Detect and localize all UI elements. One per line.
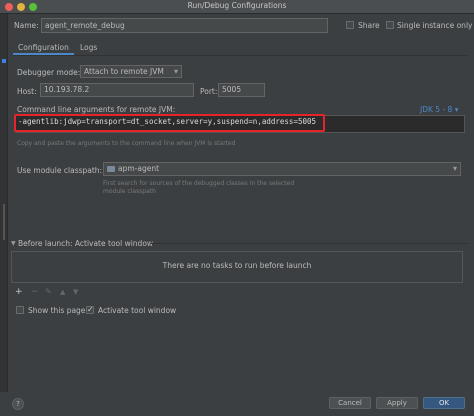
cancel-button[interactable]: Cancel (329, 397, 371, 409)
window-title: Run/Debug Configurations (187, 1, 287, 10)
before-launch-toggle-icon[interactable]: ▼ (11, 240, 16, 247)
module-classpath-label: Use module classpath: (17, 166, 103, 175)
single-instance-checkbox[interactable] (386, 21, 394, 29)
port-label: Port: (200, 87, 218, 96)
cmd-args-hint: Copy and paste the arguments to the comm… (17, 140, 236, 147)
activate-tool-window-checkbox[interactable] (86, 305, 94, 314)
before-launch-empty-text: There are no tasks to run before launch (162, 261, 312, 270)
port-field[interactable]: 5005 (218, 83, 265, 97)
edit-task-icon[interactable]: ✎ (45, 287, 52, 296)
splitter-handle[interactable] (3, 204, 5, 240)
ok-button[interactable]: OK (423, 397, 465, 409)
module-classpath-select[interactable]: apm-agent (103, 162, 461, 176)
module-folder-icon (107, 166, 115, 172)
config-tree-edge (0, 14, 8, 416)
help-icon[interactable]: ? (12, 398, 24, 410)
debugger-mode-label: Debugger mode: (17, 68, 81, 77)
module-hint-line1: First search for sources of the debugged… (103, 180, 295, 187)
selected-config-marker (2, 59, 6, 63)
jdk-version-selector[interactable]: JDK 5 - 8 ▾ (420, 105, 458, 114)
share-checkbox[interactable] (346, 21, 354, 29)
tab-configuration[interactable]: Configuration (13, 41, 74, 55)
show-page-checkbox[interactable] (16, 306, 24, 314)
before-launch-header[interactable]: Before launch: Activate tool window (18, 239, 153, 248)
share-label: Share (358, 21, 380, 30)
apply-button[interactable]: Apply (376, 397, 418, 409)
host-label: Host: (17, 87, 37, 96)
cmd-args-label: Command line arguments for remote JVM: (17, 105, 176, 114)
title-bar: Run/Debug Configurations (0, 0, 474, 14)
remove-task-icon[interactable]: − (31, 287, 39, 297)
before-launch-divider (150, 243, 468, 244)
name-label: Name: (14, 21, 39, 30)
debugger-mode-value: Attach to remote JVM (84, 67, 164, 76)
module-hint-line2: module classpath (103, 188, 156, 195)
activate-tool-window-label: Activate tool window (98, 306, 177, 315)
cmd-args-text[interactable]: -agentlib:jdwp=transport=dt_socket,serve… (18, 117, 316, 126)
show-page-label: Show this page (28, 306, 86, 315)
host-field[interactable]: 10.193.78.2 (40, 83, 194, 97)
add-task-icon[interactable]: + (15, 287, 23, 297)
move-up-icon[interactable]: ▲ (60, 288, 65, 296)
name-field[interactable]: agent_remote_debug (41, 18, 328, 33)
move-down-icon[interactable]: ▼ (73, 288, 78, 296)
single-instance-label: Single instance only (397, 21, 473, 30)
module-classpath-value: apm-agent (118, 164, 160, 173)
tab-logs[interactable]: Logs (75, 41, 102, 55)
debugger-mode-select[interactable]: Attach to remote JVM (80, 65, 182, 78)
